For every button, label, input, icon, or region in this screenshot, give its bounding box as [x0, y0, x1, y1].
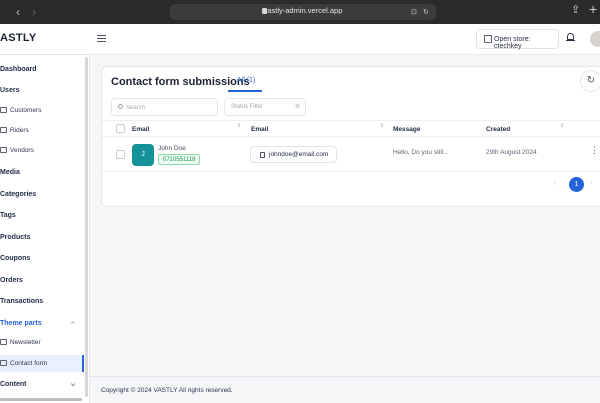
- users-icon: [0, 107, 7, 113]
- sort-icon[interactable]: ⇕: [560, 124, 564, 129]
- contact-name: John Doe: [158, 145, 186, 152]
- store-icon: [0, 147, 7, 153]
- phone-badge: 0710551118: [158, 154, 201, 165]
- sidebar-item-contact-form[interactable]: Contact form: [0, 360, 47, 367]
- sidebar-item-media[interactable]: Media: [0, 169, 20, 176]
- reload-icon[interactable]: ↻: [423, 8, 429, 16]
- sidebar-horizontal-scrollbar[interactable]: [0, 398, 82, 401]
- column-header-message[interactable]: Message: [393, 126, 420, 133]
- bike-icon: [0, 127, 7, 133]
- browser-toolbar: ‹ › vastly-admin.vercel.app ⊡ ↻ ⇪ +: [0, 0, 600, 24]
- column-header-email[interactable]: Email: [132, 126, 149, 133]
- sidebar-item-coupons[interactable]: Coupons: [0, 255, 30, 262]
- sidebar-item-categories[interactable]: Categories: [0, 191, 36, 198]
- sidebar-item-content[interactable]: Content: [0, 381, 26, 388]
- tab-active-underline: [228, 90, 262, 92]
- sidebar-item-theme-parts[interactable]: Theme parts: [0, 320, 42, 327]
- sidebar-item-users[interactable]: Users: [0, 87, 19, 94]
- page-footer: Copyright © 2024 VASTLY All rights reser…: [90, 376, 600, 403]
- menu-toggle-icon[interactable]: [97, 35, 106, 44]
- share-icon[interactable]: ⇪: [571, 3, 580, 16]
- chevron-down-icon[interactable]: v: [71, 382, 75, 387]
- tab-all[interactable]: All (1): [237, 77, 255, 84]
- column-header-email-2[interactable]: Email: [251, 126, 268, 133]
- created-date: 29th August 2024: [486, 149, 537, 156]
- table-header: Email ⇕ Email ⇕ Message Created ⇕: [102, 120, 600, 137]
- chevron-up-icon[interactable]: ^: [71, 321, 75, 326]
- url-text: vastly-admin.vercel.app: [263, 6, 343, 15]
- sidebar-item-vendors[interactable]: Vendors: [0, 147, 34, 154]
- page-title: Contact form submissions: [111, 76, 250, 88]
- contact-form-icon: [0, 360, 7, 366]
- email-text: johndoe@email.com: [269, 151, 329, 158]
- address-bar[interactable]: vastly-admin.vercel.app ⊡ ↻: [170, 4, 436, 20]
- pagination-next-icon[interactable]: ›: [590, 178, 593, 187]
- search-field[interactable]: [111, 98, 218, 116]
- row-checkbox[interactable]: [116, 150, 125, 159]
- sidebar-item-newsletter[interactable]: Newsletter: [0, 339, 41, 346]
- external-link-icon: [484, 35, 492, 43]
- copy-icon: [260, 152, 265, 158]
- clear-icon[interactable]: ⊗: [295, 103, 300, 110]
- select-all-checkbox[interactable]: [116, 124, 125, 133]
- pagination-prev-icon[interactable]: ‹: [554, 178, 557, 187]
- open-store-label: Open store: ctechkey: [494, 36, 531, 50]
- table-row[interactable]: J John Doe 0710551118 johndoe@email.com …: [102, 138, 600, 172]
- contact-submissions-card: Contact form submissions All (1) ↻ Statu…: [101, 66, 600, 207]
- sort-icon[interactable]: ⇕: [380, 124, 384, 129]
- sidebar-item-riders[interactable]: Riders: [0, 127, 29, 134]
- sidebar-item-dashboard[interactable]: Dashboard: [0, 66, 37, 73]
- search-input[interactable]: [126, 102, 214, 113]
- column-header-created[interactable]: Created: [486, 126, 510, 133]
- sidebar-item-transactions[interactable]: Transactions: [0, 298, 43, 305]
- copy-email-button[interactable]: johndoe@email.com: [250, 146, 337, 163]
- brand-logo[interactable]: ASTLY: [0, 32, 37, 44]
- top-header: ASTLY Open store: ctechkey: [0, 24, 600, 55]
- newsletter-icon: [0, 339, 7, 345]
- open-store-button[interactable]: Open store: ctechkey: [476, 29, 559, 50]
- sidebar-active-indicator: [82, 355, 84, 372]
- new-tab-icon[interactable]: +: [589, 1, 597, 17]
- status-filter-placeholder: Status Filter: [231, 104, 264, 110]
- sidebar: Dashboard Users Customers Riders Vendors…: [0, 55, 90, 403]
- avatar: J: [132, 144, 154, 166]
- sidebar-item-customers[interactable]: Customers: [0, 107, 41, 114]
- copyright-text: Copyright © 2024 VASTLY All rights reser…: [101, 387, 233, 394]
- search-icon: [118, 104, 123, 109]
- translate-icon[interactable]: ⊡: [411, 8, 417, 16]
- refresh-icon[interactable]: ↻: [580, 70, 600, 92]
- sidebar-item-orders[interactable]: Orders: [0, 277, 23, 284]
- pagination-page-1[interactable]: 1: [569, 177, 584, 192]
- browser-forward-icon[interactable]: ›: [32, 5, 36, 19]
- sidebar-item-tags[interactable]: Tags: [0, 212, 16, 219]
- status-filter-select[interactable]: Status Filter ⊗: [224, 98, 306, 116]
- browser-back-icon[interactable]: ‹: [16, 5, 20, 19]
- sidebar-scrollbar[interactable]: [85, 57, 88, 397]
- more-actions-icon[interactable]: ⋮: [590, 146, 599, 155]
- bell-icon[interactable]: [566, 33, 575, 43]
- user-avatar[interactable]: [590, 31, 600, 47]
- message-preview: Hello, Do you still...: [393, 149, 449, 156]
- sort-icon[interactable]: ⇕: [237, 124, 241, 129]
- sidebar-item-products[interactable]: Products: [0, 234, 30, 241]
